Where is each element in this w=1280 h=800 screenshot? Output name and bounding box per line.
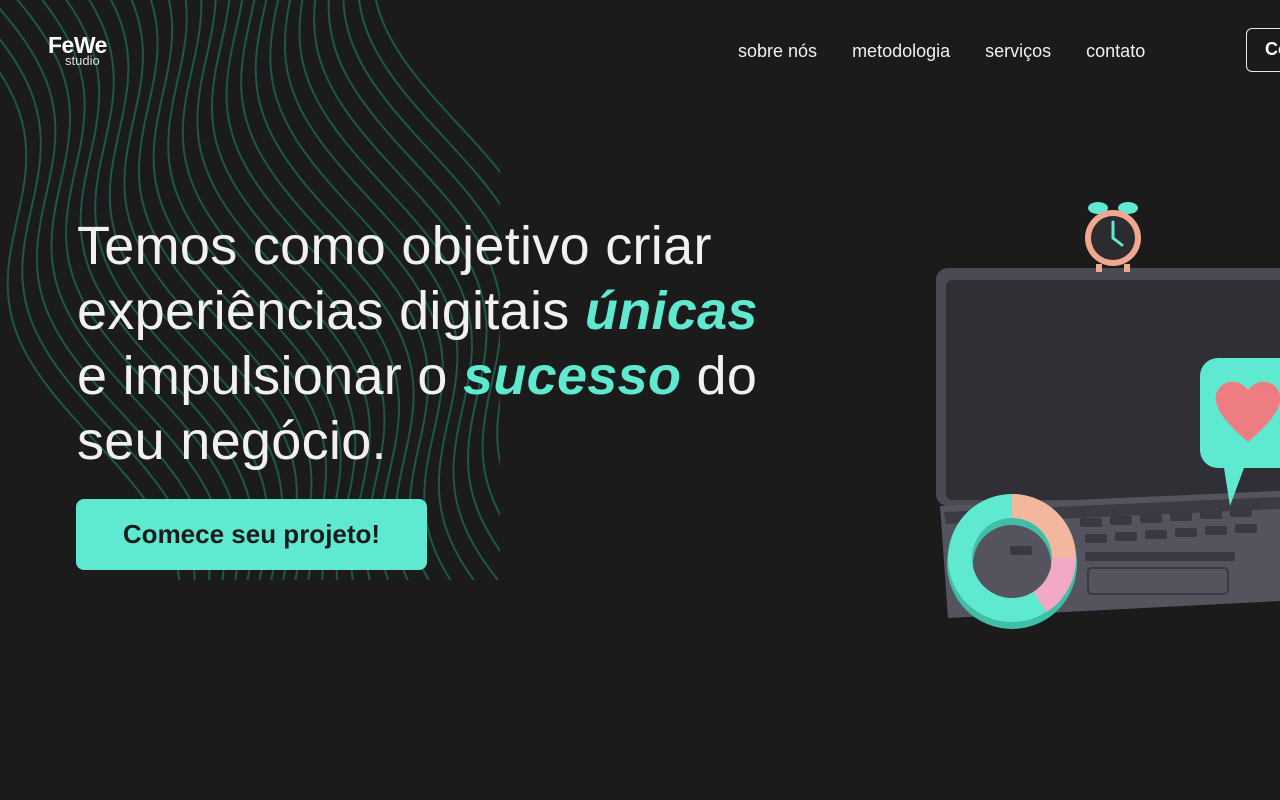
nav-item-metodologia[interactable]: metodologia	[852, 38, 950, 64]
hero-line-2: experiências digitais únicas	[77, 279, 837, 344]
alarm-clock-icon	[1085, 202, 1141, 272]
contact-button[interactable]: Contato	[1246, 28, 1280, 72]
hero-line-4: seu negócio.	[77, 411, 387, 471]
nav-item-servicos[interactable]: serviços	[985, 38, 1051, 64]
nav-item-sobre-nos[interactable]: sobre nós	[738, 38, 817, 64]
hero-line-2-text: experiências digitais	[77, 281, 585, 341]
hero-line-3-end: do	[681, 346, 758, 406]
hero-emphasis-sucesso: sucesso	[463, 346, 682, 406]
brand-sub: studio	[65, 53, 100, 68]
nav-item-contato[interactable]: contato	[1086, 38, 1145, 64]
hero-illustration	[936, 202, 1280, 629]
contact-button-label: Contato	[1265, 39, 1280, 59]
hero-line-3-text: e impulsionar o	[77, 346, 463, 406]
brand-logo[interactable]: FeWe studio	[48, 32, 132, 72]
start-project-button[interactable]: Comece seu projeto!	[76, 499, 427, 570]
main-nav: sobre nós metodologia serviços contato	[720, 38, 1162, 64]
hero-emphasis-unicas: únicas	[584, 281, 758, 341]
hero-line-1: Temos como objetivo criar	[77, 216, 712, 276]
hero-line-3: e impulsionar o sucesso do	[77, 344, 837, 409]
hero-headline: Temos como objetivo criar experiências d…	[77, 214, 837, 474]
